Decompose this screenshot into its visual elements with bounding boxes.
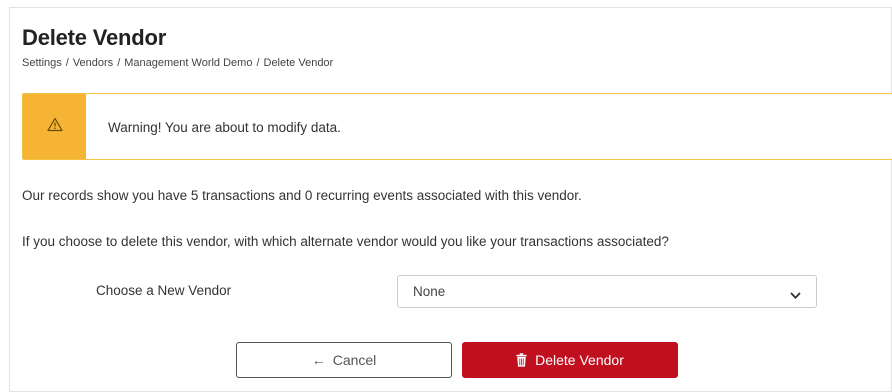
breadcrumb-vendors[interactable]: Vendors — [73, 57, 113, 69]
page-title: Delete Vendor — [22, 25, 167, 50]
alternate-vendor-question: If you choose to delete this vendor, wit… — [22, 234, 669, 249]
breadcrumb-separator: / — [256, 57, 260, 69]
breadcrumb-vendor-name[interactable]: Management World Demo — [124, 57, 252, 69]
delete-vendor-button[interactable]: Delete Vendor — [462, 342, 678, 378]
breadcrumb-current: Delete Vendor — [263, 57, 334, 69]
breadcrumb-separator: / — [117, 57, 121, 69]
breadcrumb-settings[interactable]: Settings — [22, 57, 62, 69]
arrow-left-icon: ← — [311, 352, 326, 368]
delete-vendor-page: Delete Vendor Settings / Vendors / Managemen… — [9, 7, 892, 392]
breadcrumb-separator: / — [65, 57, 69, 69]
cancel-button[interactable]: ← Cancel — [236, 342, 452, 378]
warning-stripe — [23, 94, 86, 159]
chevron-down-icon — [790, 287, 801, 305]
records-summary-text: Our records show you have 5 transactions… — [22, 188, 582, 203]
warning-alert: Warning! You are about to modify data. — [22, 93, 892, 160]
new-vendor-selected-value: None — [413, 284, 446, 299]
trash-icon — [516, 353, 527, 367]
new-vendor-select[interactable]: None — [397, 275, 817, 308]
warning-text: Warning! You are about to modify data. — [108, 120, 341, 135]
delete-vendor-button-label: Delete Vendor — [535, 352, 624, 368]
new-vendor-label: Choose a New Vendor — [96, 283, 232, 298]
warning-triangle-icon — [46, 117, 63, 137]
breadcrumb: Settings / Vendors / Management World Demo / D… — [22, 57, 333, 69]
cancel-button-label: Cancel — [332, 352, 377, 368]
